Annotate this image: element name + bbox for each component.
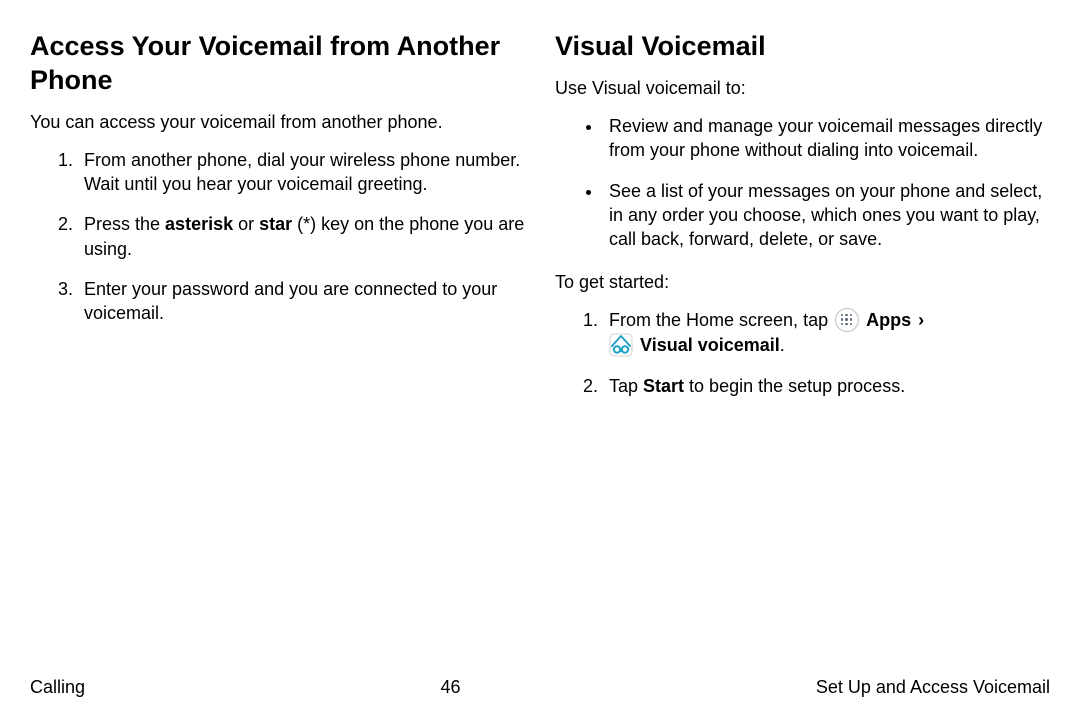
page-footer: Calling 46 Set Up and Access Voicemail (30, 677, 1050, 698)
heading-access-voicemail: Access Your Voicemail from Another Phone (30, 30, 525, 98)
step-1-pre: From the Home screen, tap (609, 310, 833, 330)
step-2-right: Tap Start to begin the setup process. (603, 374, 1050, 398)
step-2: Press the asterisk or star (*) key on th… (78, 212, 525, 261)
steps-list-left: From another phone, dial your wireless p… (30, 148, 525, 326)
visual-voicemail-icon (609, 333, 633, 357)
step-3: Enter your password and you are connecte… (78, 277, 525, 326)
apps-icon-dots (841, 314, 853, 326)
intro-text-right: Use Visual voicemail to: (555, 76, 1050, 100)
step-2-pre: Tap (609, 376, 643, 396)
steps-list-right: From the Home screen, tap Apps › (555, 308, 1050, 399)
bold-asterisk: asterisk (165, 214, 233, 234)
bullet-list: Review and manage your voicemail message… (555, 114, 1050, 251)
bold-star: star (259, 214, 292, 234)
step-1-right: From the Home screen, tap Apps › (603, 308, 1050, 359)
right-column: Visual Voicemail Use Visual voicemail to… (555, 30, 1050, 415)
bullet-2: See a list of your messages on your phon… (603, 179, 1050, 252)
footer-right: Set Up and Access Voicemail (816, 677, 1050, 698)
left-column: Access Your Voicemail from Another Phone… (30, 30, 525, 415)
page-number: 46 (440, 677, 460, 698)
two-column-layout: Access Your Voicemail from Another Phone… (30, 30, 1050, 415)
intro-text: You can access your voicemail from anoth… (30, 110, 525, 134)
step-2-text-pre: Press the (84, 214, 165, 234)
visual-voicemail-label: Visual voicemail (640, 335, 780, 355)
step-1-post: . (780, 335, 785, 355)
apps-label: Apps (866, 310, 911, 330)
footer-left: Calling (30, 677, 85, 698)
chevron-right-icon: › (918, 308, 924, 332)
to-get-started: To get started: (555, 270, 1050, 294)
bullet-1: Review and manage your voicemail message… (603, 114, 1050, 163)
manual-page: Access Your Voicemail from Another Phone… (0, 0, 1080, 720)
step-2-post: to begin the setup process. (684, 376, 905, 396)
step-2-text-mid: or (233, 214, 259, 234)
bold-start: Start (643, 376, 684, 396)
apps-icon (835, 308, 859, 332)
heading-visual-voicemail: Visual Voicemail (555, 30, 1050, 64)
step-1: From another phone, dial your wireless p… (78, 148, 525, 197)
